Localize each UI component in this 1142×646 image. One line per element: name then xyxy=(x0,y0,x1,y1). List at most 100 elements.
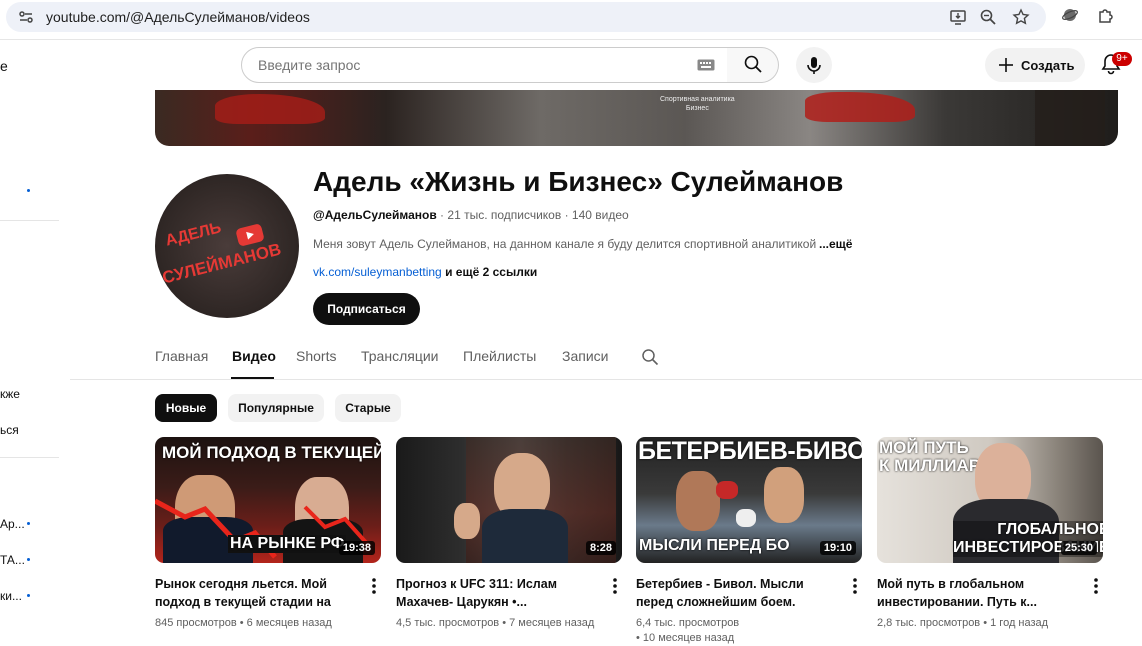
video-views: 845 просмотров xyxy=(155,617,237,629)
video-views: 4,5 тыс. просмотров xyxy=(396,617,500,629)
meta-separator: • xyxy=(236,617,247,629)
sidebar-divider xyxy=(0,220,59,221)
sidebar-subscription-label[interactable]: Ар... xyxy=(0,517,25,531)
video-age: 1 год назад xyxy=(990,617,1049,629)
chip-oldest[interactable]: Старые xyxy=(335,394,401,422)
video-thumbnail[interactable]: МОЙ ПОДХОД В ТЕКУЩЕЙ СТАДИИ НА РЫНКЕ РФ … xyxy=(155,437,381,563)
video-thumbnail[interactable]: 8:28 xyxy=(396,437,622,563)
banner-caption: Спортивная аналитика Бизнес xyxy=(660,96,735,112)
sidebar-item-label[interactable]: е xyxy=(0,58,8,74)
sidebar-item-label[interactable]: ься xyxy=(0,423,19,437)
video-views: 2,8 тыс. просмотров xyxy=(877,617,981,629)
chip-popular[interactable]: Популярные xyxy=(228,394,324,422)
banner-dark-area xyxy=(1035,90,1105,146)
keyboard-icon[interactable] xyxy=(697,58,715,77)
site-settings-icon[interactable] xyxy=(16,8,36,28)
channel-link[interactable]: vk.com/suleymanbetting xyxy=(313,265,442,279)
create-button[interactable]: Создать xyxy=(985,48,1085,82)
search-box[interactable] xyxy=(241,47,728,83)
search-icon xyxy=(744,55,762,73)
more-vert-icon xyxy=(613,578,617,594)
video-age: 6 месяцев назад xyxy=(246,617,332,629)
sidebar-new-dot xyxy=(27,522,30,525)
create-label: Создать xyxy=(1021,58,1075,73)
subscriber-count: 21 тыс. подписчиков xyxy=(447,208,562,222)
browser-toolbar: youtube.com/@АдельСулейманов/videos xyxy=(0,0,1142,40)
sidebar-new-dot xyxy=(27,594,30,597)
tabs-divider xyxy=(70,379,1142,380)
video-menu-button[interactable] xyxy=(610,576,620,596)
extensions-puzzle-icon[interactable] xyxy=(1096,6,1116,26)
channel-banner: Спортивная аналитика Бизнес xyxy=(155,90,1118,146)
search-input[interactable] xyxy=(258,57,678,73)
sidebar-new-dot xyxy=(27,558,30,561)
subscribe-button[interactable]: Подписаться xyxy=(313,293,420,325)
video-count: 140 видео xyxy=(571,208,629,222)
video-title[interactable]: Рынок сегодня льется. Мой подход в текущ… xyxy=(155,575,360,611)
channel-search-button[interactable] xyxy=(641,348,659,366)
thumbnail-text: МЫСЛИ ПЕРЕД БО xyxy=(639,537,790,554)
search-button[interactable] xyxy=(727,47,779,83)
voice-search-button[interactable] xyxy=(796,47,832,83)
sidebar-item-label[interactable]: кже xyxy=(0,387,20,401)
video-duration: 25:30 xyxy=(1060,541,1097,555)
sidebar-subscription-label[interactable]: ки... xyxy=(0,589,22,603)
sidebar-subscription-label[interactable]: ТА... xyxy=(0,553,25,567)
more-links[interactable]: и ещё 2 ссылки xyxy=(445,265,537,279)
video-duration: 19:38 xyxy=(338,541,375,555)
video-menu-button[interactable] xyxy=(1091,576,1101,596)
meta-separator: • xyxy=(499,617,510,629)
video-thumbnail[interactable]: БЕТЕРБИЕВ-БИВОЛ МЫСЛИ ПЕРЕД БО 19:10 xyxy=(636,437,862,563)
sidebar-live-dot xyxy=(27,189,30,192)
bookmark-star-icon[interactable] xyxy=(1011,8,1031,28)
channel-description[interactable]: Меня зовут Адель Сулейманов, на данном к… xyxy=(313,237,833,251)
video-meta: 845 просмотров • 6 месяцев назад xyxy=(155,616,332,631)
tab-videos[interactable]: Видео xyxy=(232,348,276,364)
address-bar[interactable]: youtube.com/@АдельСулейманов/videos xyxy=(6,2,1046,32)
thumbnail-figure xyxy=(764,467,804,523)
microphone-icon xyxy=(807,57,821,74)
description-more-link[interactable]: ...ещё xyxy=(819,237,852,251)
more-vert-icon xyxy=(1094,578,1098,594)
thumbnail-text: БЕТЕРБИЕВ-БИВОЛ xyxy=(638,437,862,465)
channel-meta: @АдельСулейманов · 21 тыс. подписчиков ·… xyxy=(313,208,629,222)
tab-live[interactable]: Трансляции xyxy=(361,348,438,364)
video-age: 7 месяцев назад xyxy=(509,617,595,629)
tab-posts[interactable]: Записи xyxy=(562,348,608,364)
thumbnail-figure xyxy=(676,471,720,531)
install-app-icon[interactable] xyxy=(948,8,968,28)
avatar-text: АДЕЛЬ xyxy=(163,219,224,250)
boxing-glove xyxy=(736,509,756,527)
zoom-icon[interactable] xyxy=(978,8,998,28)
video-meta: 2,8 тыс. просмотров • 1 год назад xyxy=(877,616,1048,631)
channel-avatar[interactable]: АДЕЛЬ СУЛЕЙМАНОВ xyxy=(155,174,299,318)
video-menu-button[interactable] xyxy=(369,576,379,596)
thumbnail-text: МОЙ ПОДХОД В ТЕКУЩЕЙ СТАДИИ xyxy=(162,443,381,462)
video-title[interactable]: Бетербиев - Бивол. Мысли перед сложнейши… xyxy=(636,575,841,611)
more-vert-icon xyxy=(853,578,857,594)
meta-separator: · xyxy=(564,208,572,222)
video-menu-button[interactable] xyxy=(850,576,860,596)
plus-icon xyxy=(999,58,1013,72)
video-duration: 8:28 xyxy=(585,541,616,555)
chip-newest[interactable]: Новые xyxy=(155,394,217,422)
search-icon xyxy=(642,349,659,366)
video-title[interactable]: Прогноз к UFC 311: Ислам Махачев- Царукя… xyxy=(396,575,601,611)
thumbnail-text: НА РЫНКЕ РФ xyxy=(228,535,347,553)
extension-orb-icon[interactable] xyxy=(1060,6,1080,26)
more-vert-icon xyxy=(372,578,376,594)
channel-handle[interactable]: @АдельСулейманов xyxy=(313,208,437,222)
url-text[interactable]: youtube.com/@АдельСулейманов/videos xyxy=(46,9,310,25)
banner-car-shape xyxy=(805,92,915,122)
tab-home[interactable]: Главная xyxy=(155,348,208,364)
meta-separator: • xyxy=(980,617,991,629)
tab-shorts[interactable]: Shorts xyxy=(296,348,336,364)
channel-title: Адель «Жизнь и Бизнес» Сулейманов xyxy=(313,166,844,197)
video-title[interactable]: Мой путь в глобальном инвестировании. Пу… xyxy=(877,575,1082,611)
video-age: 10 месяцев назад xyxy=(642,632,735,644)
tab-playlists[interactable]: Плейлисты xyxy=(463,348,536,364)
video-meta: 4,5 тыс. просмотров • 7 месяцев назад xyxy=(396,616,594,631)
notifications-badge: 9+ xyxy=(1112,52,1132,66)
boxing-glove xyxy=(716,481,738,499)
video-thumbnail[interactable]: МОЙ ПУТЬ К МИЛЛИАРДУ ГЛОБАЛЬНОЕ ИНВЕСТИР… xyxy=(877,437,1103,563)
